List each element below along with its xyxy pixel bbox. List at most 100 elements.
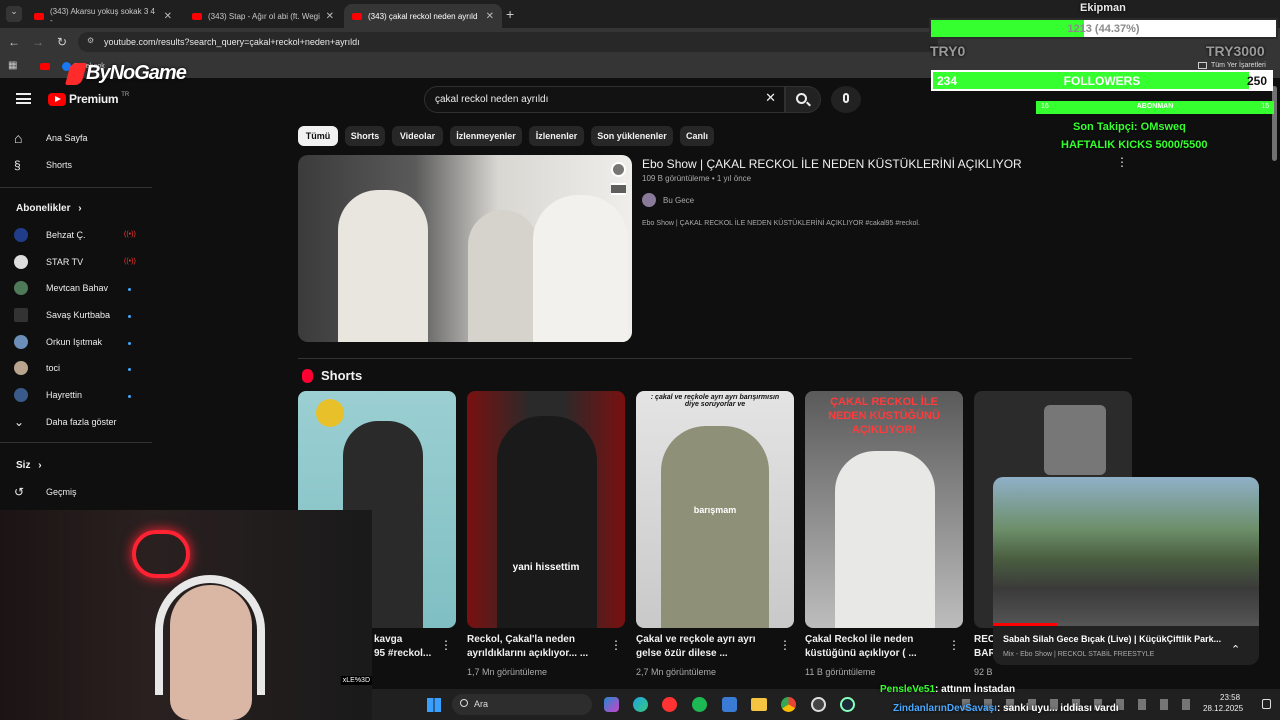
chip-recently-uploaded[interactable]: Son yüklenenler [591,126,673,146]
streamer-webcam: xLE%3D [0,510,372,720]
short-card-4[interactable]: ÇAKAL RECKOL İLE NEDEN KÜSTÜĞÜNÜ AÇIKLIY… [805,391,963,628]
youtube-icon [34,12,44,20]
chip-all[interactable]: Tümü [298,126,338,146]
close-icon[interactable]: ✕ [164,11,172,22]
sidebar-show-more[interactable]: ⌄ Daha fazla göster [14,412,117,432]
short-more-icon[interactable]: ⋮ [610,638,622,652]
chip-watched[interactable]: İzlenenler [529,126,584,146]
chip-shorts[interactable]: Shorts [345,126,385,146]
tab-search-button[interactable]: ⌄ [6,6,22,22]
sidebar-sub-behzat[interactable]: Behzat Ç. [14,225,86,245]
short-more-icon[interactable]: ⋮ [440,638,452,652]
tab-akarsu[interactable]: (343) Akarsu yokuş sokak 3 4 - ✕ [26,4,180,28]
miniplayer-video[interactable] [993,477,1259,626]
short-title[interactable]: Çakal Reckol ile neden küstüğünü açıklıy… [805,633,945,661]
chat-message: ZindanlarınDevSavaşı: sanki uyu... iddia… [893,703,1119,714]
new-content-dot [128,315,131,318]
spotify-icon[interactable] [692,697,707,712]
chip-unwatched[interactable]: İzlenmeyenler [450,126,522,146]
youtube-icon [192,12,202,20]
chrome-icon[interactable] [781,697,796,712]
voice-search-button[interactable] [831,86,861,113]
channel-avatar [14,361,28,375]
sidebar-sub-savas[interactable]: Savaş Kurtbaba [14,305,110,325]
shorts-icon: § [14,158,21,172]
steam-icon[interactable] [840,697,855,712]
youtube-bookmark-icon[interactable] [40,63,50,70]
channel-link[interactable]: Bu Gece [642,193,694,207]
home-icon: ⌂ [14,130,23,146]
sidebar-sub-toci[interactable]: toci [14,358,60,378]
explorer-icon[interactable] [751,698,767,711]
short-card-3[interactable]: : çakal ve reçkole ayrı ayrı barışırmısı… [636,391,794,628]
sidebar-divider [0,187,152,188]
short-title-line: ayrıldıklarını açıklıyor... ... [467,648,589,659]
video-thumbnail[interactable] [298,155,632,342]
subscriptions-heading[interactable]: Abonelikler › [16,203,82,214]
short-more-icon[interactable]: ⋮ [948,638,960,652]
chip-videos[interactable]: Videolar [392,126,443,146]
back-icon[interactable]: ← [2,35,26,49]
obs-icon[interactable] [811,697,826,712]
close-icon[interactable]: ✕ [486,11,494,22]
search-button[interactable] [785,86,821,113]
reload-icon[interactable]: ↻ [50,35,74,49]
apps-icon[interactable]: ▦ [8,60,17,71]
sidebar-item-history[interactable]: ↺ Geçmiş [14,482,77,502]
tab-stap[interactable]: (343) Stap - Ağır ol abi (ft. Wegi ✕ [184,4,342,28]
subscriber-goal-right: 15 [1261,103,1269,110]
address-bar[interactable]: ⚙ youtube.com/results?search_query=çakal… [78,32,938,52]
copilot-icon[interactable] [604,697,619,712]
video-title[interactable]: Ebo Show | ÇAKAL RECKOL İLE NEDEN KÜSTÜK… [642,157,1022,171]
sidebar-sub-mevtcan[interactable]: Mevtcan Bahav [14,278,108,298]
chevron-up-icon[interactable]: ⌃ [1231,643,1240,656]
short-top-caption: ÇAKAL RECKOL İLE NEDEN KÜSTÜĞÜNÜ AÇIKLIY… [828,396,940,436]
youtube-logo[interactable]: Premium TR [48,92,129,106]
forward-icon[interactable]: → [26,35,50,49]
followers-target: 250 [1246,74,1267,88]
chevron-right-icon: › [78,203,82,214]
search-input[interactable]: çakal reckol neden ayrıldı ✕ [424,86,785,113]
short-title[interactable]: Çakal ve reçkole ayrı ayrı gelse özür di… [636,633,776,661]
short-title-line: gelse özür dilese ... [636,648,728,659]
watch-later-icon[interactable] [611,162,626,177]
close-icon[interactable]: ✕ [326,11,334,22]
windows-start-icon[interactable] [427,698,441,712]
you-heading-label: Siz [16,460,31,471]
channel-avatar [14,228,28,242]
new-tab-button[interactable]: + [506,6,514,22]
short-title[interactable]: kavga 95 #reckol... [374,633,439,661]
sidebar-item-home[interactable]: ⌂ Ana Sayfa [14,128,88,148]
short-title[interactable]: Reckol, Çakal'la neden ayrıldıklarını aç… [467,633,607,661]
sidebar-item-shorts[interactable]: § Shorts [14,155,72,175]
donation-goal-max: TRY3000 [1206,43,1265,59]
sidebar-sub-orkun[interactable]: Orkun Işıtmak [14,332,102,352]
page-scrollbar[interactable] [1272,78,1278,698]
youtube-app-icon[interactable] [662,697,677,712]
short-title-line: Çakal Reckol ile neden [805,634,914,645]
scrollbar-thumb[interactable] [1272,86,1277,161]
video-more-icon[interactable]: ⋮ [1116,155,1128,169]
taskbar-search[interactable]: Ara [452,694,592,715]
sidebar-item-label: STAR TV [46,257,84,267]
short-more-icon[interactable]: ⋮ [779,638,791,652]
menu-icon[interactable] [16,93,31,104]
tab-cakal-reckol[interactable]: (343) çakal reckol neden ayrıldı ✕ [344,4,502,28]
sidebar-sub-star-tv[interactable]: STAR TV [14,252,83,272]
notification-icon[interactable] [1262,699,1271,709]
all-bookmarks[interactable]: Tüm Yer İşaretleri [1198,62,1266,69]
sidebar-sub-hayrettin[interactable]: Hayrettin [14,385,82,405]
site-info-icon[interactable]: ⚙ [87,36,94,45]
clear-search-icon[interactable]: ✕ [765,90,776,106]
you-heading[interactable]: Siz › [16,460,42,471]
miniplayer[interactable]: Sabah Silah Gece Bıçak (Live) | KüçükÇif… [993,477,1259,665]
miniplayer-progress[interactable] [993,623,1259,626]
add-to-queue-icon[interactable] [611,183,626,195]
edge-icon[interactable] [633,697,648,712]
store-icon[interactable] [722,697,737,712]
brand-logo-icon [65,62,87,85]
short-card-2[interactable]: yani hissettim [467,391,625,628]
chip-live[interactable]: Canlı [680,126,714,146]
short-top-caption: : çakal ve reçkole ayrı ayrı barışırmısı… [650,394,780,408]
microphone-icon [843,93,849,103]
